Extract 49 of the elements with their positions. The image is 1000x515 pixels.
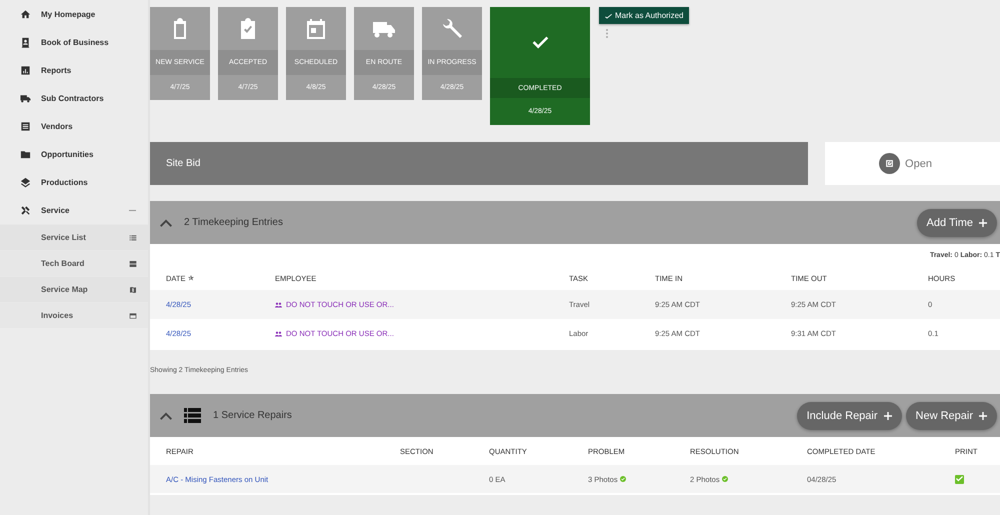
wrench-icon <box>440 16 464 40</box>
calendar-icon <box>304 16 328 40</box>
bar-chart-icon <box>20 64 31 76</box>
list-icon <box>129 234 137 242</box>
check-circle-icon <box>722 476 728 482</box>
submenu-item[interactable]: Service List <box>0 224 148 250</box>
sidebar-item[interactable]: Book of Business <box>0 28 148 56</box>
section-title: 2 Timekeeping Entries <box>184 217 284 228</box>
submenu-item[interactable]: Invoices <box>0 302 148 328</box>
plus-icon <box>884 412 892 420</box>
plus-icon <box>979 218 987 226</box>
sidebar-item[interactable]: My Homepage <box>0 0 148 28</box>
print-checkbox[interactable] <box>955 474 964 484</box>
sidebar-item[interactable]: Sub Contractors <box>0 84 148 112</box>
repair-button[interactable]: New Repair <box>906 402 997 430</box>
layers-icon <box>20 176 31 188</box>
sidebar-item[interactable]: Vendors <box>0 112 148 140</box>
plus-icon <box>979 412 987 420</box>
add-time-button[interactable]: Add Time <box>916 208 997 236</box>
check-icon <box>956 476 963 482</box>
check-circle-icon <box>620 476 626 482</box>
list-icon <box>20 120 31 132</box>
collapse-icon[interactable] <box>160 412 172 420</box>
external-link-icon <box>885 159 894 168</box>
map-icon <box>129 286 137 294</box>
submenu-item[interactable]: Tech Board <box>0 250 148 276</box>
sort-icon <box>188 275 194 281</box>
check-icon <box>605 12 612 18</box>
contact-book-icon <box>20 36 31 48</box>
collapse-icon[interactable] <box>160 218 172 226</box>
people-icon <box>275 302 282 308</box>
section-title: 1 Service Repairs <box>213 410 293 421</box>
submenu-item[interactable]: Service Map <box>0 276 148 302</box>
sidebar-item[interactable]: Service <box>0 196 148 224</box>
tools-icon <box>20 204 31 216</box>
truck-icon <box>20 92 31 104</box>
authorize-button[interactable]: Mark as Authorized <box>599 7 690 24</box>
board-icon <box>129 260 137 268</box>
sidebar-item[interactable]: Reports <box>0 56 148 84</box>
repair-button[interactable]: Include Repair <box>796 402 902 430</box>
folder-icon <box>20 148 31 160</box>
home-icon <box>20 8 31 20</box>
sidebar-item[interactable]: Productions <box>0 168 148 196</box>
open-button[interactable]: Open <box>879 153 932 174</box>
card-icon <box>129 312 137 320</box>
sidebar-item[interactable]: Opportunities <box>0 140 148 168</box>
site-bid-bar: Site Bid <box>150 142 808 185</box>
list-icon <box>184 408 201 423</box>
people-icon <box>275 330 282 336</box>
